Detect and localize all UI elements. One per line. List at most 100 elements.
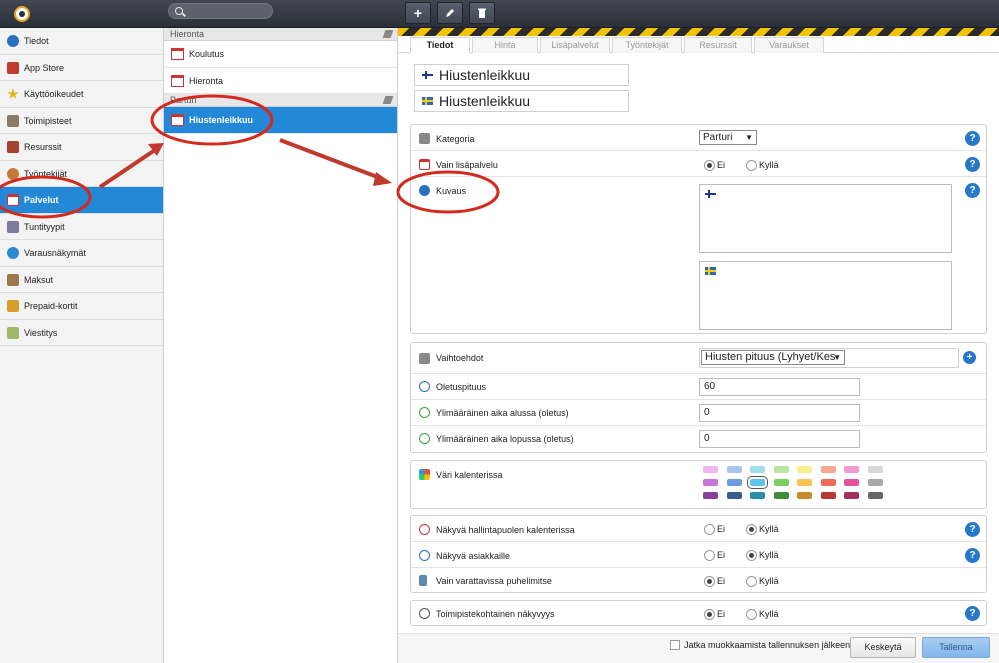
pencil-icon[interactable] <box>382 96 394 104</box>
oletuspituus-input[interactable]: 60 <box>699 378 860 396</box>
color-swatch[interactable] <box>773 492 789 499</box>
asiakas-ei-radio[interactable]: Ei <box>704 550 725 561</box>
sidebar-item-resurssit[interactable]: Resurssit <box>0 134 163 161</box>
hallinta-ei-radio[interactable]: Ei <box>704 524 725 535</box>
pencil-icon[interactable] <box>382 30 394 38</box>
toimipiste-kylla-radio[interactable]: Kyllä <box>746 609 779 620</box>
puhelin-ei-radio[interactable]: Ei <box>704 576 725 587</box>
color-swatch[interactable] <box>726 492 742 499</box>
sidebar-item-varausnakymat[interactable]: Varausnäkymät <box>0 240 163 267</box>
service-item[interactable]: Hiustenleikkuu <box>164 107 397 134</box>
sidebar-item-tiedot[interactable]: Tiedot <box>0 28 163 55</box>
color-swatch[interactable] <box>703 466 718 473</box>
vain-ei-radio[interactable]: Ei <box>704 160 725 171</box>
help-icon[interactable]: ? <box>965 548 980 563</box>
help-icon[interactable]: ? <box>965 131 980 146</box>
color-swatch[interactable] <box>797 479 812 486</box>
form-footer: Jatka muokkaamista tallennuksen jälkeen … <box>398 633 999 663</box>
add-button[interactable]: + <box>405 2 431 24</box>
tab-lisapalvelut[interactable]: Lisäpalvelut <box>540 37 610 53</box>
service-item[interactable]: Hieronta <box>164 68 397 94</box>
sidebar-item-tuntityypit[interactable]: Tuntityypit <box>0 214 163 240</box>
service-item-label: Hiustenleikkuu <box>189 115 254 125</box>
color-swatch[interactable] <box>797 466 812 473</box>
alussa-label: Ylimääräinen aika alussa (oletus) <box>436 408 569 418</box>
continue-editing-checkbox[interactable] <box>670 640 680 650</box>
sidebar-item-label: Varausnäkymät <box>24 248 86 258</box>
kategoria-select[interactable]: Parturi ▼ <box>699 130 757 145</box>
name-value: Hiustenleikkuu <box>439 93 531 109</box>
color-swatch[interactable] <box>773 479 789 486</box>
kuvaus-textarea-se[interactable] <box>699 261 952 330</box>
store-icon <box>7 61 19 74</box>
toimipiste-label: Toimipistekohtainen näkyvyys <box>436 609 555 619</box>
tab-label: Lisäpalvelut <box>551 40 599 50</box>
color-swatch[interactable] <box>726 466 742 473</box>
help-icon[interactable]: ? <box>965 183 980 198</box>
help-icon[interactable]: ? <box>965 522 980 537</box>
color-swatch[interactable] <box>726 479 742 486</box>
color-swatch[interactable] <box>844 479 859 486</box>
sidebar-item-app-store[interactable]: App Store <box>0 55 163 81</box>
toimipiste-ei-radio[interactable]: Ei <box>704 609 726 620</box>
tab-bar: Tiedot Hinta Lisäpalvelut Työntekijät Re… <box>398 36 999 54</box>
tab-resurssit[interactable]: Resurssit <box>684 37 752 53</box>
cancel-button[interactable]: Keskeytä <box>850 637 916 658</box>
asiakas-kylla-radio[interactable]: Kyllä <box>746 550 779 561</box>
finland-flag-icon <box>705 190 716 198</box>
sidebar-item-label: Toimipisteet <box>24 115 72 126</box>
radio-label: Ei <box>717 609 726 619</box>
tab-varaukset[interactable]: Varaukset <box>754 37 824 53</box>
options-icon <box>419 353 430 364</box>
help-icon[interactable]: ? <box>965 606 980 621</box>
help-icon[interactable]: ? <box>965 157 980 172</box>
delete-button[interactable] <box>469 2 495 24</box>
kuvaus-textarea-fi[interactable] <box>699 184 952 253</box>
sidebar-item-viestitys[interactable]: Viestitys <box>0 320 163 346</box>
edit-button[interactable] <box>437 2 463 24</box>
nakyva-asiakas-label: Näkyvä asiakkaille <box>436 551 511 561</box>
color-swatch[interactable] <box>750 492 765 499</box>
sidebar-item-palvelut[interactable]: Palvelut <box>0 187 163 214</box>
color-swatch[interactable] <box>867 479 883 486</box>
sidebar-item-kayttooikeudet[interactable]: Käyttöoikeudet <box>0 81 163 108</box>
input-value: 60 <box>704 381 716 392</box>
color-swatch[interactable] <box>844 492 859 499</box>
vain-lisapalvelu-label: Vain lisäpalvelu <box>436 160 498 170</box>
vain-kylla-radio[interactable]: Kyllä <box>746 160 779 171</box>
color-swatch[interactable] <box>703 492 718 499</box>
add-circle-icon[interactable]: + <box>963 351 976 364</box>
service-item[interactable]: Koulutus <box>164 41 397 68</box>
color-swatch[interactable] <box>747 476 768 489</box>
sidebar: Tiedot App Store Käyttöoikeudet Toimipis… <box>0 28 164 663</box>
tab-tyontekijat[interactable]: Työntekijät <box>612 37 682 53</box>
tab-label: Hinta <box>494 40 516 50</box>
color-swatch[interactable] <box>867 466 883 473</box>
name-field-fi[interactable]: Hiustenleikkuu <box>414 64 629 86</box>
alussa-input[interactable]: 0 <box>699 404 860 422</box>
search-input[interactable] <box>168 3 273 19</box>
app-logo-icon[interactable] <box>14 6 30 22</box>
sidebar-item-prepaid-kortit[interactable]: Prepaid-kortit <box>0 293 163 320</box>
hallinta-kylla-radio[interactable]: Kyllä <box>746 524 779 535</box>
color-swatch[interactable] <box>703 479 718 486</box>
color-swatch[interactable] <box>797 492 812 499</box>
info-icon <box>7 35 19 47</box>
color-swatch[interactable] <box>867 492 883 499</box>
tab-tiedot[interactable]: Tiedot <box>410 37 470 54</box>
name-field-se[interactable]: Hiustenleikkuu <box>414 90 629 112</box>
puhelin-kylla-radio[interactable]: Kyllä <box>746 576 779 587</box>
color-swatch[interactable] <box>820 492 836 499</box>
color-swatch[interactable] <box>750 466 765 473</box>
color-swatch[interactable] <box>820 479 836 486</box>
color-swatch[interactable] <box>844 466 859 473</box>
lopussa-input[interactable]: 0 <box>699 430 860 448</box>
sidebar-item-tyontekijat[interactable]: Työntekijät <box>0 161 163 187</box>
color-swatch[interactable] <box>820 466 836 473</box>
tab-hinta[interactable]: Hinta <box>472 37 538 53</box>
color-swatch[interactable] <box>773 466 789 473</box>
nakyva-asiakas-row: Näkyvä asiakkaille Ei Kyllä ? <box>411 542 986 568</box>
sidebar-item-toimipisteet[interactable]: Toimipisteet <box>0 108 163 134</box>
save-button[interactable]: Tallenna <box>922 637 990 658</box>
sidebar-item-maksut[interactable]: Maksut <box>0 267 163 293</box>
